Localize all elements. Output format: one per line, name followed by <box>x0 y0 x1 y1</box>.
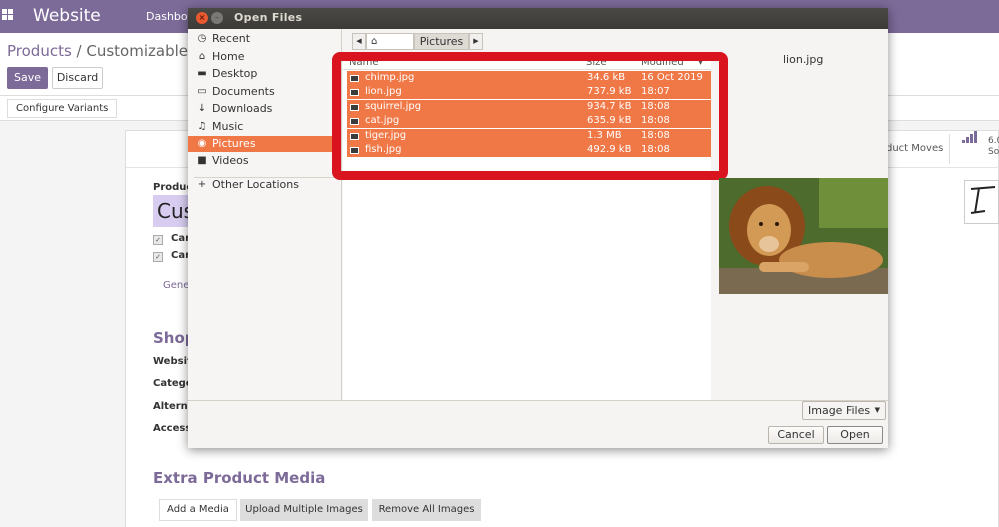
place-downloads[interactable]: ↓ Downloads <box>188 101 341 117</box>
preview-filename: lion.jpg <box>783 53 824 66</box>
image-preview <box>719 178 888 294</box>
file-type-filter[interactable]: Image Files ▼ <box>802 401 886 420</box>
open-button[interactable]: Open <box>827 426 883 444</box>
stat-sold-label: So <box>988 147 999 157</box>
app-brand[interactable]: Website <box>33 6 101 26</box>
path-scroll-right-icon[interactable]: ▶ <box>469 33 483 50</box>
add-media-button[interactable]: Add a Media <box>159 499 237 521</box>
field-label-accessory: Access <box>153 423 192 434</box>
breadcrumb-products[interactable]: Products <box>7 42 72 60</box>
place-label: Music <box>212 120 244 133</box>
breadcrumb: Products / Customizable De <box>7 42 214 60</box>
document-icon: ▭ <box>197 86 207 97</box>
dropdown-arrow-icon: ▼ <box>874 406 880 414</box>
place-label: Desktop <box>212 67 258 80</box>
place-videos[interactable]: ■ Videos <box>188 153 341 169</box>
save-button[interactable]: Save <box>7 67 48 89</box>
place-label: Documents <box>212 85 275 98</box>
minimize-icon[interactable]: – <box>211 12 223 24</box>
product-name-input[interactable]: Cus <box>153 195 194 227</box>
path-pictures-button[interactable]: Pictures <box>414 33 469 50</box>
clock-icon: ◷ <box>197 33 207 44</box>
checkbox-purchase[interactable]: ✓ <box>153 252 163 262</box>
place-label: Recent <box>212 32 251 45</box>
upload-multiple-images-button[interactable]: Upload Multiple Images <box>240 499 368 521</box>
home-icon: ⌂ <box>198 51 206 62</box>
open-files-dialog: × – Open Files ◷ Recent ⌂ Home ▬ Desktop ▭ D… <box>188 8 888 448</box>
place-other-locations[interactable]: + Other Locations <box>188 177 341 193</box>
path-scroll-left-icon[interactable]: ◀ <box>352 33 366 50</box>
place-label: Downloads <box>212 102 273 115</box>
download-icon: ↓ <box>197 103 207 114</box>
places-sidebar: ◷ Recent ⌂ Home ▬ Desktop ▭ Documents ↓ Downl… <box>188 29 342 400</box>
place-label: Home <box>212 50 245 63</box>
tab-general[interactable]: Gene <box>163 280 189 291</box>
home-icon: ⌂ <box>371 36 378 47</box>
place-label: Pictures <box>212 137 256 150</box>
folder-icon: ▬ <box>197 68 207 79</box>
place-desktop[interactable]: ▬ Desktop <box>188 66 341 82</box>
stat-sold-value: 6.0 <box>988 136 999 146</box>
music-icon: ♫ <box>197 121 207 132</box>
discard-button[interactable]: Discard <box>52 67 103 89</box>
video-icon: ■ <box>197 155 207 166</box>
configure-variants-button[interactable]: Configure Variants <box>7 99 118 118</box>
field-label-category: Catego <box>153 378 193 389</box>
place-pictures[interactable]: ◉ Pictures <box>188 136 341 152</box>
close-icon[interactable]: × <box>196 12 208 24</box>
place-label: Other Locations <box>212 178 299 191</box>
cancel-button[interactable]: Cancel <box>768 426 824 444</box>
apps-grid-icon[interactable] <box>2 9 14 21</box>
dialog-divider <box>188 400 888 401</box>
product-image-thumbnail[interactable] <box>964 180 999 224</box>
place-label: Videos <box>212 154 249 167</box>
lion-preview-image <box>719 178 888 294</box>
filter-value: Image Files <box>808 404 871 417</box>
place-home[interactable]: ⌂ Home <box>188 49 341 65</box>
product-name-label: Produc <box>153 182 193 193</box>
path-home-button[interactable]: ⌂ <box>366 33 414 50</box>
camera-icon: ◉ <box>197 138 207 149</box>
place-recent[interactable]: ◷ Recent <box>188 31 341 47</box>
dialog-title: Open Files <box>234 11 303 24</box>
place-documents[interactable]: ▭ Documents <box>188 84 341 100</box>
dialog-titlebar[interactable]: × – Open Files <box>188 8 888 29</box>
extra-media-heading: Extra Product Media <box>153 469 326 487</box>
red-highlight-box <box>332 52 728 180</box>
stat-button-sold[interactable]: 6.0So <box>949 131 999 164</box>
plus-icon: + <box>197 179 207 190</box>
place-music[interactable]: ♫ Music <box>188 119 341 135</box>
remove-all-images-button[interactable]: Remove All Images <box>372 499 481 521</box>
breadcrumb-separator: / <box>71 42 87 60</box>
checkbox-sale[interactable]: ✓ <box>153 235 163 245</box>
